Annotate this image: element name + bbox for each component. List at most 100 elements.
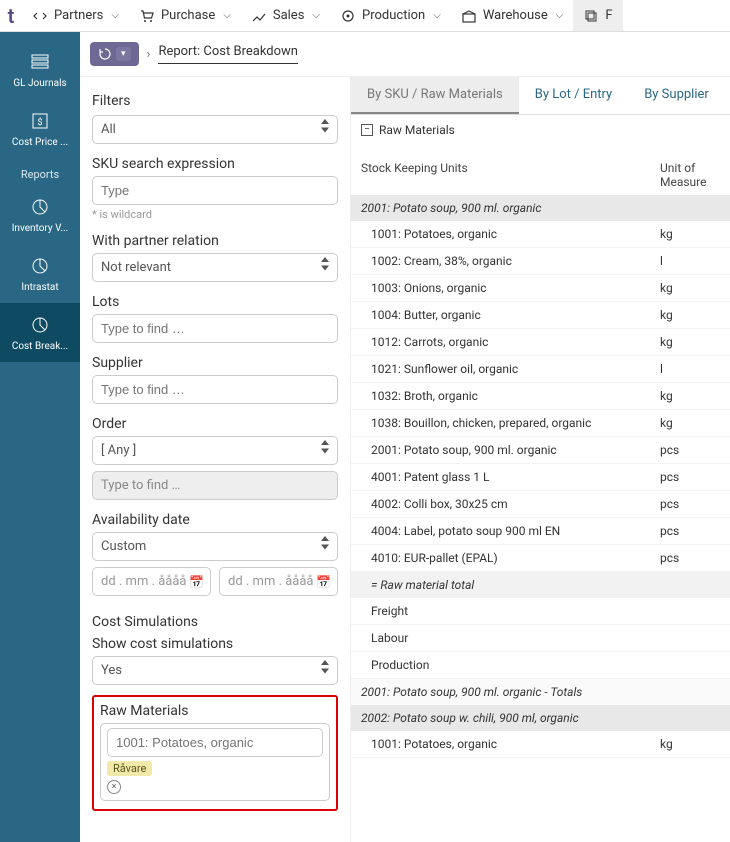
sku-search-input[interactable]	[92, 176, 338, 205]
cell-uom: pcs	[660, 551, 720, 565]
table-row[interactable]: Labour	[351, 625, 730, 652]
sidebar-item-label: Cost Break...	[2, 341, 78, 352]
close-icon[interactable]: ×	[107, 780, 121, 794]
group-header[interactable]: 2001: Potato soup, 900 ml. organic	[351, 195, 730, 221]
table-row[interactable]: 1021: Sunflower oil, organicl	[351, 356, 730, 383]
history-icon	[98, 47, 112, 61]
table-row[interactable]: 4004: Label, potato soup 900 ml ENpcs	[351, 518, 730, 545]
lots-input[interactable]	[92, 314, 338, 343]
sidebar-item-cost-price[interactable]: $ Cost Price ...	[0, 99, 80, 158]
stack-icon	[583, 8, 599, 24]
sidebar-item-label: Inventory V...	[2, 223, 78, 234]
chevron-down-icon: ▾	[116, 47, 131, 61]
table-row[interactable]: 2001: Potato soup, 900 ml. organicpcs	[351, 437, 730, 464]
raw-materials-toggle[interactable]: − Raw Materials	[351, 115, 730, 145]
avail-label: Availability date	[92, 512, 338, 528]
raw-materials-toggle-label: Raw Materials	[379, 123, 455, 137]
table-row[interactable]: Freight	[351, 598, 730, 625]
partner-select[interactable]: Not relevant	[92, 253, 338, 282]
report-body: 2001: Potato soup, 900 ml. organic1001: …	[351, 195, 730, 842]
table-row[interactable]: 4002: Colli box, 30x25 cmpcs	[351, 491, 730, 518]
supplier-input[interactable]	[92, 375, 338, 404]
cost-sim-label: Show cost simulations	[92, 636, 338, 652]
table-row[interactable]: 1003: Onions, organickg	[351, 275, 730, 302]
table-row[interactable]: 1002: Cream, 38%, organicl	[351, 248, 730, 275]
date-from-input[interactable]: dd . mm . åååå📅	[92, 567, 211, 596]
partners-icon	[32, 8, 48, 24]
sidebar-item-label: Cost Price ...	[2, 137, 78, 148]
page-title: Report: Cost Breakdown	[158, 44, 298, 64]
supplier-label: Supplier	[92, 355, 338, 371]
sidebar-item-intrastat[interactable]: Intrastat	[0, 244, 80, 303]
tab-by-lot[interactable]: By Lot / Entry	[519, 77, 628, 114]
table-row[interactable]: 4010: EUR-pallet (EPAL)pcs	[351, 545, 730, 572]
raw-materials-filter-highlight: Raw Materials Råvare ×	[92, 695, 338, 811]
raw-materials-label: Raw Materials	[100, 703, 330, 719]
nav-purchase[interactable]: Purchase ⌵	[129, 0, 241, 31]
cell-uom: kg	[660, 227, 720, 241]
top-nav: t Partners ⌵ Purchase ⌵ Sales ⌵ Producti…	[0, 0, 730, 32]
cell-uom: pcs	[660, 443, 720, 457]
table-row[interactable]: 1001: Potatoes, organickg	[351, 221, 730, 248]
col-sku-header: Stock Keeping Units	[361, 161, 660, 189]
tab-by-sku[interactable]: By SKU / Raw Materials	[351, 77, 519, 114]
filters-heading: Filters	[92, 93, 338, 109]
cell-sku: 1004: Butter, organic	[371, 308, 660, 322]
table-row[interactable]: 4001: Patent glass 1 Lpcs	[351, 464, 730, 491]
sidebar-item-gl-journals[interactable]: GL Journals	[0, 40, 80, 99]
raw-materials-input-wrap[interactable]: Råvare ×	[100, 723, 330, 801]
breadcrumb-row: ▾ › Report: Cost Breakdown	[80, 32, 730, 77]
lots-label: Lots	[92, 294, 338, 310]
nav-label: Sales	[273, 8, 305, 23]
raw-materials-input[interactable]	[107, 728, 323, 757]
avail-select[interactable]: Custom	[92, 532, 338, 561]
nav-label: Partners	[54, 8, 103, 23]
history-button[interactable]: ▾	[90, 42, 139, 66]
cell-sku: 1032: Broth, organic	[371, 389, 660, 403]
chevron-down-icon: ⌵	[111, 10, 119, 21]
nav-warehouse[interactable]: Warehouse ⌵	[451, 0, 574, 31]
tab-by-supplier[interactable]: By Supplier	[628, 77, 725, 114]
cell-uom: kg	[660, 416, 720, 430]
table-header-row: Stock Keeping Units Unit of Measure	[351, 145, 730, 195]
cell-sku: 1021: Sunflower oil, organic	[371, 362, 660, 376]
nav-production[interactable]: Production ⌵	[330, 0, 451, 31]
sidebar-heading: Reports	[0, 158, 80, 185]
cell-uom: pcs	[660, 470, 720, 484]
chevron-down-icon: ⌵	[433, 10, 441, 21]
chevron-down-icon: ⌵	[223, 10, 231, 21]
cell-sku: 4010: EUR-pallet (EPAL)	[371, 551, 660, 565]
raw-materials-tag[interactable]: Råvare	[107, 761, 152, 776]
report-panel: By SKU / Raw Materials By Lot / Entry By…	[350, 77, 730, 842]
order-select[interactable]: [ Any ]	[92, 436, 338, 465]
group-header[interactable]: 2002: Potato soup w. chili, 900 ml, orga…	[351, 705, 730, 731]
app-logo[interactable]: t	[0, 0, 22, 32]
cell-sku: 1001: Potatoes, organic	[371, 227, 660, 241]
nav-label: Production	[362, 8, 425, 23]
warehouse-icon	[461, 8, 477, 24]
cost-sim-select[interactable]: Yes	[92, 656, 338, 685]
report-tabs: By SKU / Raw Materials By Lot / Entry By…	[351, 77, 730, 115]
production-icon	[340, 8, 356, 24]
date-to-input[interactable]: dd . mm . åååå📅	[219, 567, 338, 596]
order-label: Order	[92, 416, 338, 432]
pie-icon	[28, 313, 52, 337]
nav-sales[interactable]: Sales ⌵	[241, 0, 330, 31]
table-row[interactable]: 1001: Potatoes, organickg	[351, 731, 730, 758]
nav-partners[interactable]: Partners ⌵	[22, 0, 129, 31]
table-row[interactable]: 1038: Bouillon, chicken, prepared, organ…	[351, 410, 730, 437]
sidebar-item-cost-breakdown[interactable]: Cost Break...	[0, 303, 80, 362]
cell-uom: kg	[660, 281, 720, 295]
sidebar-item-inventory[interactable]: Inventory V...	[0, 185, 80, 244]
cell-sku: 1012: Carrots, organic	[371, 335, 660, 349]
sidebar-item-label: GL Journals	[2, 78, 78, 89]
table-row[interactable]: 1012: Carrots, organickg	[351, 329, 730, 356]
table-row[interactable]: Production	[351, 652, 730, 679]
minus-icon: −	[361, 124, 373, 136]
nav-extra[interactable]: F	[573, 0, 622, 31]
cell-uom: kg	[660, 737, 720, 751]
sidebar-item-label: Intrastat	[2, 282, 78, 293]
filter-all-select[interactable]: All	[92, 115, 338, 144]
table-row[interactable]: 1032: Broth, organickg	[351, 383, 730, 410]
table-row[interactable]: 1004: Butter, organickg	[351, 302, 730, 329]
